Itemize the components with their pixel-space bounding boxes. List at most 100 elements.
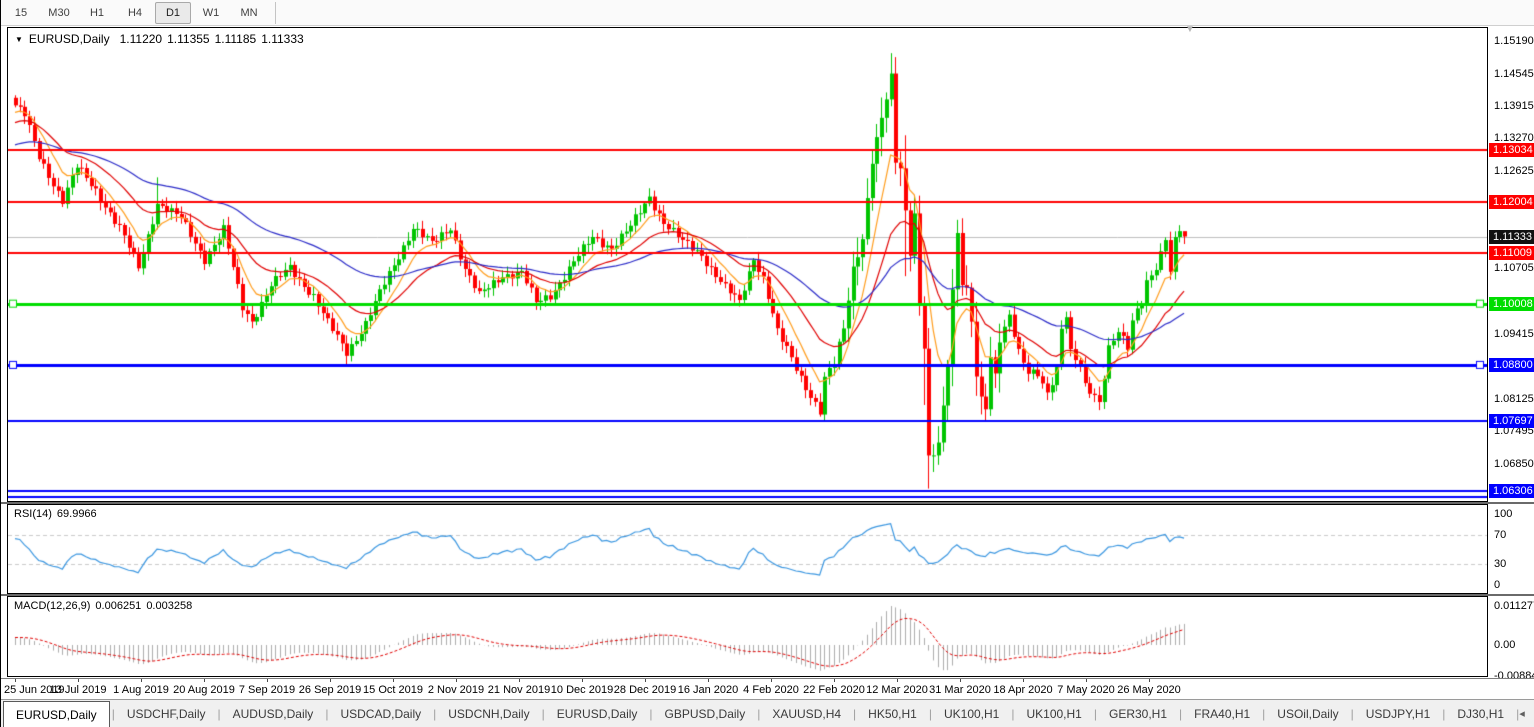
timeframe-button-M30[interactable]: M30 bbox=[41, 2, 77, 24]
chart-tab-usdchf-daily[interactable]: USDCHF,Daily bbox=[115, 700, 218, 727]
date-axis-label: 20 Aug 2019 bbox=[173, 684, 235, 696]
chart-tab-usoil-daily[interactable]: USOil,Daily bbox=[1265, 700, 1350, 727]
ohlc-high: 1.11355 bbox=[167, 32, 210, 46]
date-axis-label: 2 Nov 2019 bbox=[427, 684, 485, 696]
chart-tab-audusd-daily[interactable]: AUDUSD,Daily bbox=[221, 700, 326, 727]
macd-axis-label: 0.011277 bbox=[1494, 599, 1534, 612]
chart-tab-fra40-h1[interactable]: FRA40,H1 bbox=[1182, 700, 1262, 727]
date-tick bbox=[519, 679, 520, 682]
macd-axis: 0.0112770.00-0.008845 bbox=[1489, 596, 1534, 682]
date-axis-label: 21 Nov 2019 bbox=[487, 684, 551, 696]
timeframe-button-H4[interactable]: H4 bbox=[117, 2, 153, 24]
date-tick bbox=[708, 679, 709, 682]
chart-shift-marker-icon: ▼ bbox=[1185, 24, 1195, 35]
date-axis-label: 12 Mar 2020 bbox=[866, 684, 928, 696]
chart-tab-gbpusd-daily[interactable]: GBPUSD,Daily bbox=[653, 700, 758, 727]
chart-tab-usdcnh-daily[interactable]: USDCNH,Daily bbox=[436, 700, 541, 727]
date-axis-label: 10 Dec 2019 bbox=[550, 684, 614, 696]
chart-tab-xauusd-h4[interactable]: XAUUSD,H4 bbox=[760, 700, 853, 727]
date-axis-label: 18 Apr 2020 bbox=[993, 684, 1053, 696]
price-level-badge: 1.06306 bbox=[1489, 484, 1534, 499]
chart-tab-bar: EURUSD,Daily | USDCHF,Daily | AUDUSD,Daily | U… bbox=[1, 699, 1534, 727]
date-tick bbox=[267, 679, 268, 682]
date-axis-label: 13 Jul 2019 bbox=[49, 684, 107, 696]
chart-tab-usdcad-daily[interactable]: USDCAD,Daily bbox=[328, 700, 433, 727]
chart-tab-uk100-h1[interactable]: UK100,H1 bbox=[1014, 700, 1093, 727]
date-tick bbox=[141, 679, 142, 682]
date-axis-label: 16 Jan 2020 bbox=[677, 684, 739, 696]
candlestick-chart-canvas[interactable] bbox=[8, 28, 1487, 501]
rsi-value: 69.9966 bbox=[56, 508, 97, 520]
toolbar-separator bbox=[275, 1, 276, 24]
date-axis: 25 Jun 2019 13 Jul 2019 1 Aug 2019 20 Aug 2… bbox=[1, 678, 1534, 699]
price-axis-label: 1.15190 bbox=[1494, 35, 1534, 47]
ohlc-open: 1.11220 bbox=[119, 32, 163, 46]
timeframe-button-MN[interactable]: MN bbox=[231, 2, 267, 24]
date-axis-label: 26 May 2020 bbox=[1117, 684, 1181, 696]
price-chart-pane: ▼ EURUSD,Daily 1.11220 1.11355 1.11185 1… bbox=[7, 24, 1488, 502]
price-axis: 1.15190 1.14545 1.13915 1.13270 1.12625 1.107… bbox=[1489, 27, 1534, 502]
price-level-badge: 1.07697 bbox=[1489, 413, 1534, 428]
date-axis-label: 22 Feb 2020 bbox=[803, 684, 865, 696]
chart-tab-eurusd-daily[interactable]: EURUSD,Daily bbox=[3, 701, 110, 727]
chart-tab-eurusd-daily[interactable]: EURUSD,Daily bbox=[545, 700, 650, 727]
macd-axis-label: 0.00 bbox=[1494, 639, 1516, 651]
date-axis-label: 28 Dec 2019 bbox=[613, 684, 677, 696]
timeframe-button-15[interactable]: 15 bbox=[3, 2, 39, 24]
date-axis-label: 1 Aug 2019 bbox=[113, 684, 169, 696]
chart-tab-ger30-h1[interactable]: GER30,H1 bbox=[1097, 700, 1179, 727]
date-tick bbox=[645, 679, 646, 682]
date-axis-label: 15 Oct 2019 bbox=[363, 684, 423, 696]
chart-tab-uk100-h1[interactable]: UK100,H1 bbox=[932, 700, 1011, 727]
macd-pane: MACD(12,26,9) 0.006251 0.003258 bbox=[7, 596, 1488, 677]
dropdown-triangle-icon: ▼ bbox=[15, 34, 23, 44]
timeframe-button-W1[interactable]: W1 bbox=[193, 2, 229, 24]
date-tick bbox=[834, 679, 835, 682]
timeframe-button-D1[interactable]: D1 bbox=[155, 1, 191, 24]
rsi-axis-label: 0 bbox=[1494, 579, 1501, 591]
timeframe-buttons: 15 M30 H1 H4 D1 W1 MN bbox=[2, 1, 268, 24]
ohlc-close: 1.11333 bbox=[261, 32, 304, 46]
rsi-pane: RSI(14) 69.9966 bbox=[7, 504, 1488, 594]
date-tick bbox=[897, 679, 898, 682]
tab-scroll-arrows: ◂▸ bbox=[1519, 700, 1534, 727]
rsi-label: RSI(14) bbox=[14, 508, 52, 520]
timeframe-button-H1[interactable]: H1 bbox=[79, 2, 115, 24]
chart-title: ▼ EURUSD,Daily 1.11220 1.11355 1.11185 1… bbox=[15, 32, 309, 46]
rsi-axis: 100 70 30 0 bbox=[1489, 504, 1534, 594]
timeframe-toolbar: 15 M30 H1 H4 D1 W1 MN bbox=[1, 0, 1534, 26]
date-tick bbox=[1086, 679, 1087, 682]
date-tick bbox=[960, 679, 961, 682]
macd-label: MACD(12,26,9) bbox=[14, 600, 91, 612]
chart-tab-dj30-h1[interactable]: DJ30,H1 bbox=[1445, 700, 1516, 727]
rsi-chart-canvas[interactable] bbox=[8, 505, 1487, 593]
macd-signal-value: 0.003258 bbox=[146, 600, 193, 612]
date-tick bbox=[771, 679, 772, 682]
date-tick bbox=[456, 679, 457, 682]
tab-scroll-left-icon[interactable]: ◂ bbox=[1519, 707, 1525, 720]
macd-header: MACD(12,26,9) 0.006251 0.003258 bbox=[14, 600, 192, 612]
price-axis-label: 1.14545 bbox=[1494, 67, 1534, 80]
price-level-badge: 1.11333 bbox=[1489, 229, 1534, 244]
date-tick bbox=[582, 679, 583, 682]
price-axis-label: 1.12625 bbox=[1494, 165, 1534, 178]
macd-chart-canvas[interactable] bbox=[8, 597, 1487, 676]
rsi-axis-label: 30 bbox=[1494, 557, 1507, 570]
price-axis-label: 1.13915 bbox=[1494, 99, 1534, 112]
price-level-badge: 1.12004 bbox=[1489, 195, 1534, 210]
date-axis-label: 7 Sep 2019 bbox=[238, 684, 296, 696]
date-tick bbox=[1149, 679, 1150, 682]
price-level-badge: 1.10008 bbox=[1489, 296, 1534, 311]
price-level-badge: 1.13034 bbox=[1489, 143, 1534, 158]
price-axis-label: 1.08125 bbox=[1494, 393, 1534, 406]
rsi-axis-label: 100 bbox=[1494, 507, 1513, 520]
date-tick bbox=[78, 679, 79, 682]
price-axis-label: 1.10705 bbox=[1494, 262, 1534, 275]
date-axis-label: 4 Feb 2020 bbox=[743, 684, 799, 696]
chart-tab-usdjpy-h1[interactable]: USDJPY,H1 bbox=[1354, 700, 1442, 727]
date-tick bbox=[1023, 679, 1024, 682]
date-axis-label: 26 Sep 2019 bbox=[298, 684, 362, 696]
price-axis-label: 1.06850 bbox=[1494, 457, 1534, 470]
ohlc-low: 1.11185 bbox=[214, 32, 257, 46]
chart-tab-hk50-h1[interactable]: HK50,H1 bbox=[856, 700, 929, 727]
